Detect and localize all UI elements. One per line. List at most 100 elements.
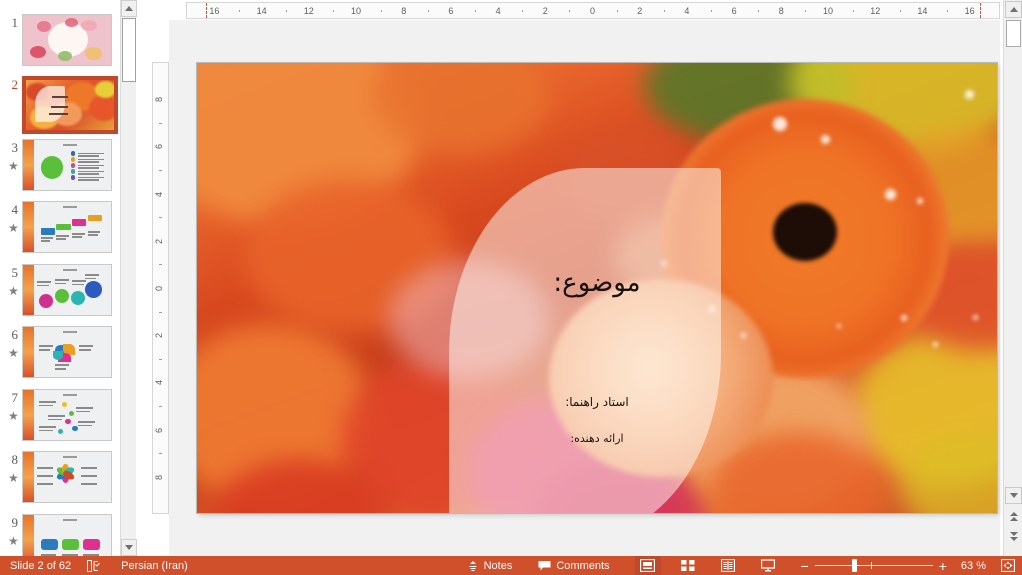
gerbera-center xyxy=(773,202,837,261)
slide-indicator-label: Slide 2 of 62 xyxy=(10,559,72,572)
zoom-out-label: − xyxy=(800,557,809,574)
ruler-label: 10 xyxy=(823,6,834,16)
ruler-label: 6 xyxy=(154,427,165,433)
thumbnail-slide-4[interactable]: 4 ★ xyxy=(0,201,120,263)
slide-canvas-area[interactable]: موضوع: استاد راهنما: ارائه دهنده: xyxy=(169,20,1000,556)
zoom-in-button[interactable]: + xyxy=(933,556,953,575)
thumbnail-slide-7[interactable]: 7 ★ xyxy=(0,389,120,451)
thumbnail-frame[interactable] xyxy=(22,14,112,66)
animation-star-icon[interactable]: ★ xyxy=(8,160,19,172)
chevron-down-icon xyxy=(125,545,133,550)
spell-check-button[interactable] xyxy=(78,556,109,575)
ruler-tick xyxy=(159,311,162,313)
thumbnail-frame[interactable] xyxy=(22,264,112,316)
zoom-in-label: + xyxy=(938,557,947,574)
animation-star-icon[interactable]: ★ xyxy=(8,472,19,484)
ruler-label: 10 xyxy=(351,6,362,16)
thumbnail-slide-3[interactable]: 3 ★ xyxy=(0,139,120,201)
slide-indicator[interactable]: Slide 2 of 62 xyxy=(0,556,78,575)
reading-view-button[interactable] xyxy=(715,556,741,575)
thumbnail-number: 6 xyxy=(11,327,19,342)
thumbnail-preview xyxy=(23,265,111,315)
thumbnail-slide-9[interactable]: 9 ★ xyxy=(0,514,120,556)
animation-star-icon[interactable]: ★ xyxy=(8,410,19,422)
thumbnail-scrollbar-thumb[interactable] xyxy=(122,18,136,82)
thumbnail-scroll-down-button[interactable] xyxy=(121,539,137,556)
zoom-out-button[interactable]: − xyxy=(795,556,815,575)
normal-view-button[interactable] xyxy=(634,556,661,575)
thumbnail-slide-2[interactable]: 2 xyxy=(0,76,120,138)
double-chevron-up-icon xyxy=(1009,512,1018,521)
thumbnail-preview xyxy=(23,15,111,65)
zoom-level-indicator[interactable]: 63 % xyxy=(953,556,994,575)
slide-editing-canvas[interactable]: موضوع: استاد راهنما: ارائه دهنده: xyxy=(197,63,997,513)
ruler-margin-marker[interactable] xyxy=(980,3,982,18)
scroll-up-button[interactable] xyxy=(1005,1,1022,18)
ruler-tick xyxy=(522,10,524,12)
normal-view-icon xyxy=(640,559,656,572)
ruler-label: 2 xyxy=(637,6,643,16)
thumbnail-frame[interactable] xyxy=(22,139,112,191)
notes-label: Notes xyxy=(483,559,513,572)
thumbnail-frame[interactable] xyxy=(22,76,118,134)
slide-sorter-view-button[interactable] xyxy=(675,556,701,575)
comments-label: Comments xyxy=(556,559,610,572)
thumbnail-scrollbar[interactable] xyxy=(120,0,137,556)
fit-slide-to-window-button[interactable] xyxy=(994,556,1022,575)
animation-star-icon[interactable]: ★ xyxy=(8,535,19,547)
thumbnail-slide-5[interactable]: 5 ★ xyxy=(0,264,120,326)
zoom-slider-handle[interactable] xyxy=(851,559,857,572)
bokeh-sparkle xyxy=(821,135,830,144)
ruler-tick xyxy=(899,10,901,12)
ruler-label: 6 xyxy=(731,6,737,16)
zoom-slider-track xyxy=(814,565,933,566)
thumbnail-frame[interactable] xyxy=(22,326,112,378)
slide-vertical-scrollbar[interactable] xyxy=(1003,0,1022,556)
ruler-tick xyxy=(159,406,162,407)
thumbnail-frame[interactable] xyxy=(22,201,112,253)
zoom-slider[interactable] xyxy=(814,556,933,575)
zoom-slider-midpoint xyxy=(870,562,872,569)
slide-thumbnail-pane[interactable]: 1 2 3 ★ 4 ★ 5 ★ 6 ★ 7 ★ 8 ★ 9 ★ xyxy=(0,0,120,556)
thumbnail-number: 8 xyxy=(11,452,19,467)
slide-show-view-button[interactable] xyxy=(755,556,781,575)
ruler-tick xyxy=(239,10,240,12)
bokeh-sparkle xyxy=(917,198,923,204)
animation-star-icon[interactable]: ★ xyxy=(8,222,19,234)
slide-advisor-label[interactable]: استاد راهنما: xyxy=(197,395,997,409)
previous-slide-button[interactable] xyxy=(1005,508,1022,525)
animation-star-icon[interactable]: ★ xyxy=(8,285,19,297)
thumbnail-number: 4 xyxy=(11,202,19,217)
scroll-down-button[interactable] xyxy=(1005,487,1022,504)
slide-title-subject[interactable]: موضوع: xyxy=(197,268,997,298)
ruler-margin-marker[interactable] xyxy=(205,3,207,18)
thumbnail-slide-8[interactable]: 8 ★ xyxy=(0,451,120,513)
ruler-tick xyxy=(159,453,162,455)
ruler-label: 6 xyxy=(154,144,165,150)
thumbnail-frame[interactable] xyxy=(22,514,112,556)
slide-presenter-label[interactable]: ارائه دهنده: xyxy=(197,432,997,445)
scrollbar-thumb[interactable] xyxy=(1006,20,1021,47)
next-slide-button[interactable] xyxy=(1005,528,1022,545)
language-indicator[interactable]: Persian (Iran) xyxy=(109,556,195,575)
bokeh-sparkle xyxy=(965,90,974,99)
horizontal-ruler: 16 14 12 10 8 6 4 2 0 2 4 6 8 10 12 14 16 xyxy=(186,2,1000,19)
ruler-label: 14 xyxy=(917,6,928,16)
bokeh-sparkle xyxy=(933,342,938,347)
thumbnail-frame[interactable] xyxy=(22,389,112,441)
thumbnail-frame[interactable] xyxy=(22,451,112,503)
animation-star-icon[interactable]: ★ xyxy=(8,347,19,359)
thumbnail-slide-1[interactable]: 1 xyxy=(0,14,120,76)
thumbnail-scroll-up-button[interactable] xyxy=(121,0,137,17)
bokeh-sparkle xyxy=(837,324,841,328)
thumbnail-number: 1 xyxy=(11,15,19,30)
ruler-tick xyxy=(805,10,807,12)
reading-view-icon xyxy=(720,559,735,572)
ruler-label: 0 xyxy=(590,6,596,16)
notes-button[interactable]: Notes xyxy=(460,556,520,575)
thumbnail-slide-6[interactable]: 6 ★ xyxy=(0,326,120,388)
status-bar: Slide 2 of 62 Persian (Iran) Notes Comme… xyxy=(0,556,1022,575)
ruler-tick xyxy=(427,10,429,12)
comments-button[interactable]: Comments xyxy=(531,556,616,575)
teardrop-overlay-shape[interactable] xyxy=(449,168,721,513)
